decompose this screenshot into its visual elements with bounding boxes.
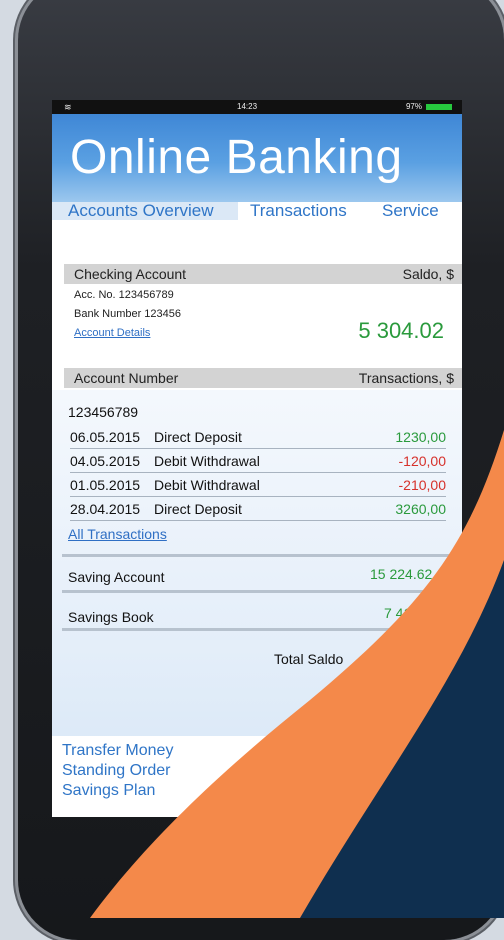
savings-plan-link[interactable]: Savings Plan	[62, 782, 155, 800]
checking-account-header: Checking Account Saldo, $	[64, 264, 462, 284]
account-details-link[interactable]: Account Details	[74, 327, 150, 339]
saldo-label: Saldo, $	[402, 266, 454, 282]
standing-order-link[interactable]: Standing Order	[62, 762, 171, 780]
transaction-row[interactable]: 28.04.2015 Direct Deposit 3260,00	[70, 500, 446, 521]
tab-bar: Accounts Overview Transactions Service	[52, 202, 462, 226]
bank-number-text: Bank Number 123456	[74, 308, 182, 320]
transaction-date: 06.05.2015	[70, 429, 141, 445]
battery-indicator: 97%	[406, 102, 452, 111]
divider	[62, 554, 462, 557]
status-bar: ≋ 14:23 97%	[52, 100, 462, 114]
phone-screen: ≋ 14:23 97% Online Banking Accounts Over…	[52, 100, 462, 817]
status-time: 14:23	[237, 102, 258, 111]
savings-book-label[interactable]: Savings Book	[68, 609, 154, 625]
transaction-description: Debit Withdrawal	[154, 453, 260, 469]
divider	[62, 628, 462, 631]
transaction-description: Direct Deposit	[154, 429, 242, 445]
account-number-text: Acc. No. 123456789	[74, 289, 174, 301]
transaction-row[interactable]: 06.05.2015 Direct Deposit 1230,00	[70, 428, 446, 449]
savings-book-amount: 7 413	[384, 605, 420, 621]
transaction-row[interactable]: 04.05.2015 Debit Withdrawal -120,00	[70, 452, 446, 473]
transaction-description: Direct Deposit	[154, 501, 242, 517]
checking-account-label: Checking Account	[74, 266, 187, 282]
transaction-date: 01.05.2015	[70, 477, 141, 493]
transaction-amount: 1230,00	[395, 429, 446, 445]
transaction-account-number: 123456789	[68, 404, 139, 420]
page-title: Online Banking	[70, 131, 403, 184]
wifi-icon: ≋	[64, 102, 72, 112]
checking-balance: 5 304.02	[358, 318, 444, 343]
total-saldo-label: Total Saldo	[274, 651, 344, 667]
divider	[62, 590, 462, 593]
transactions-header: Account Number Transactions, $	[64, 368, 462, 388]
transaction-date: 04.05.2015	[70, 453, 141, 469]
transactions-heading: Transactions, $	[358, 370, 454, 386]
transaction-amount: -120,00	[398, 453, 446, 469]
saving-account-amount: 15 224.62	[370, 566, 433, 582]
battery-icon	[426, 103, 452, 110]
transaction-amount: -210,00	[398, 477, 446, 493]
tab-service[interactable]: Service	[382, 202, 439, 220]
transaction-date: 28.04.2015	[70, 501, 141, 517]
transactions-panel: Account Number Transactions, $ 123456789…	[52, 368, 462, 817]
account-number-heading: Account Number	[74, 370, 179, 386]
tab-transactions[interactable]: Transactions	[250, 202, 347, 220]
battery-percent: 97%	[405, 102, 422, 111]
app-header: Online Banking	[52, 114, 462, 202]
all-transactions-link[interactable]: All Transactions	[68, 526, 167, 542]
transaction-amount: 3260,00	[395, 501, 446, 517]
total-saldo-amount: 27	[372, 651, 388, 667]
transfer-money-link[interactable]: Transfer Money	[62, 742, 173, 760]
transaction-description: Debit Withdrawal	[154, 477, 260, 493]
tab-accounts-overview[interactable]: Accounts Overview	[52, 202, 238, 220]
transaction-row[interactable]: 01.05.2015 Debit Withdrawal -210,00	[70, 476, 446, 497]
saving-account-label[interactable]: Saving Account	[68, 569, 165, 585]
